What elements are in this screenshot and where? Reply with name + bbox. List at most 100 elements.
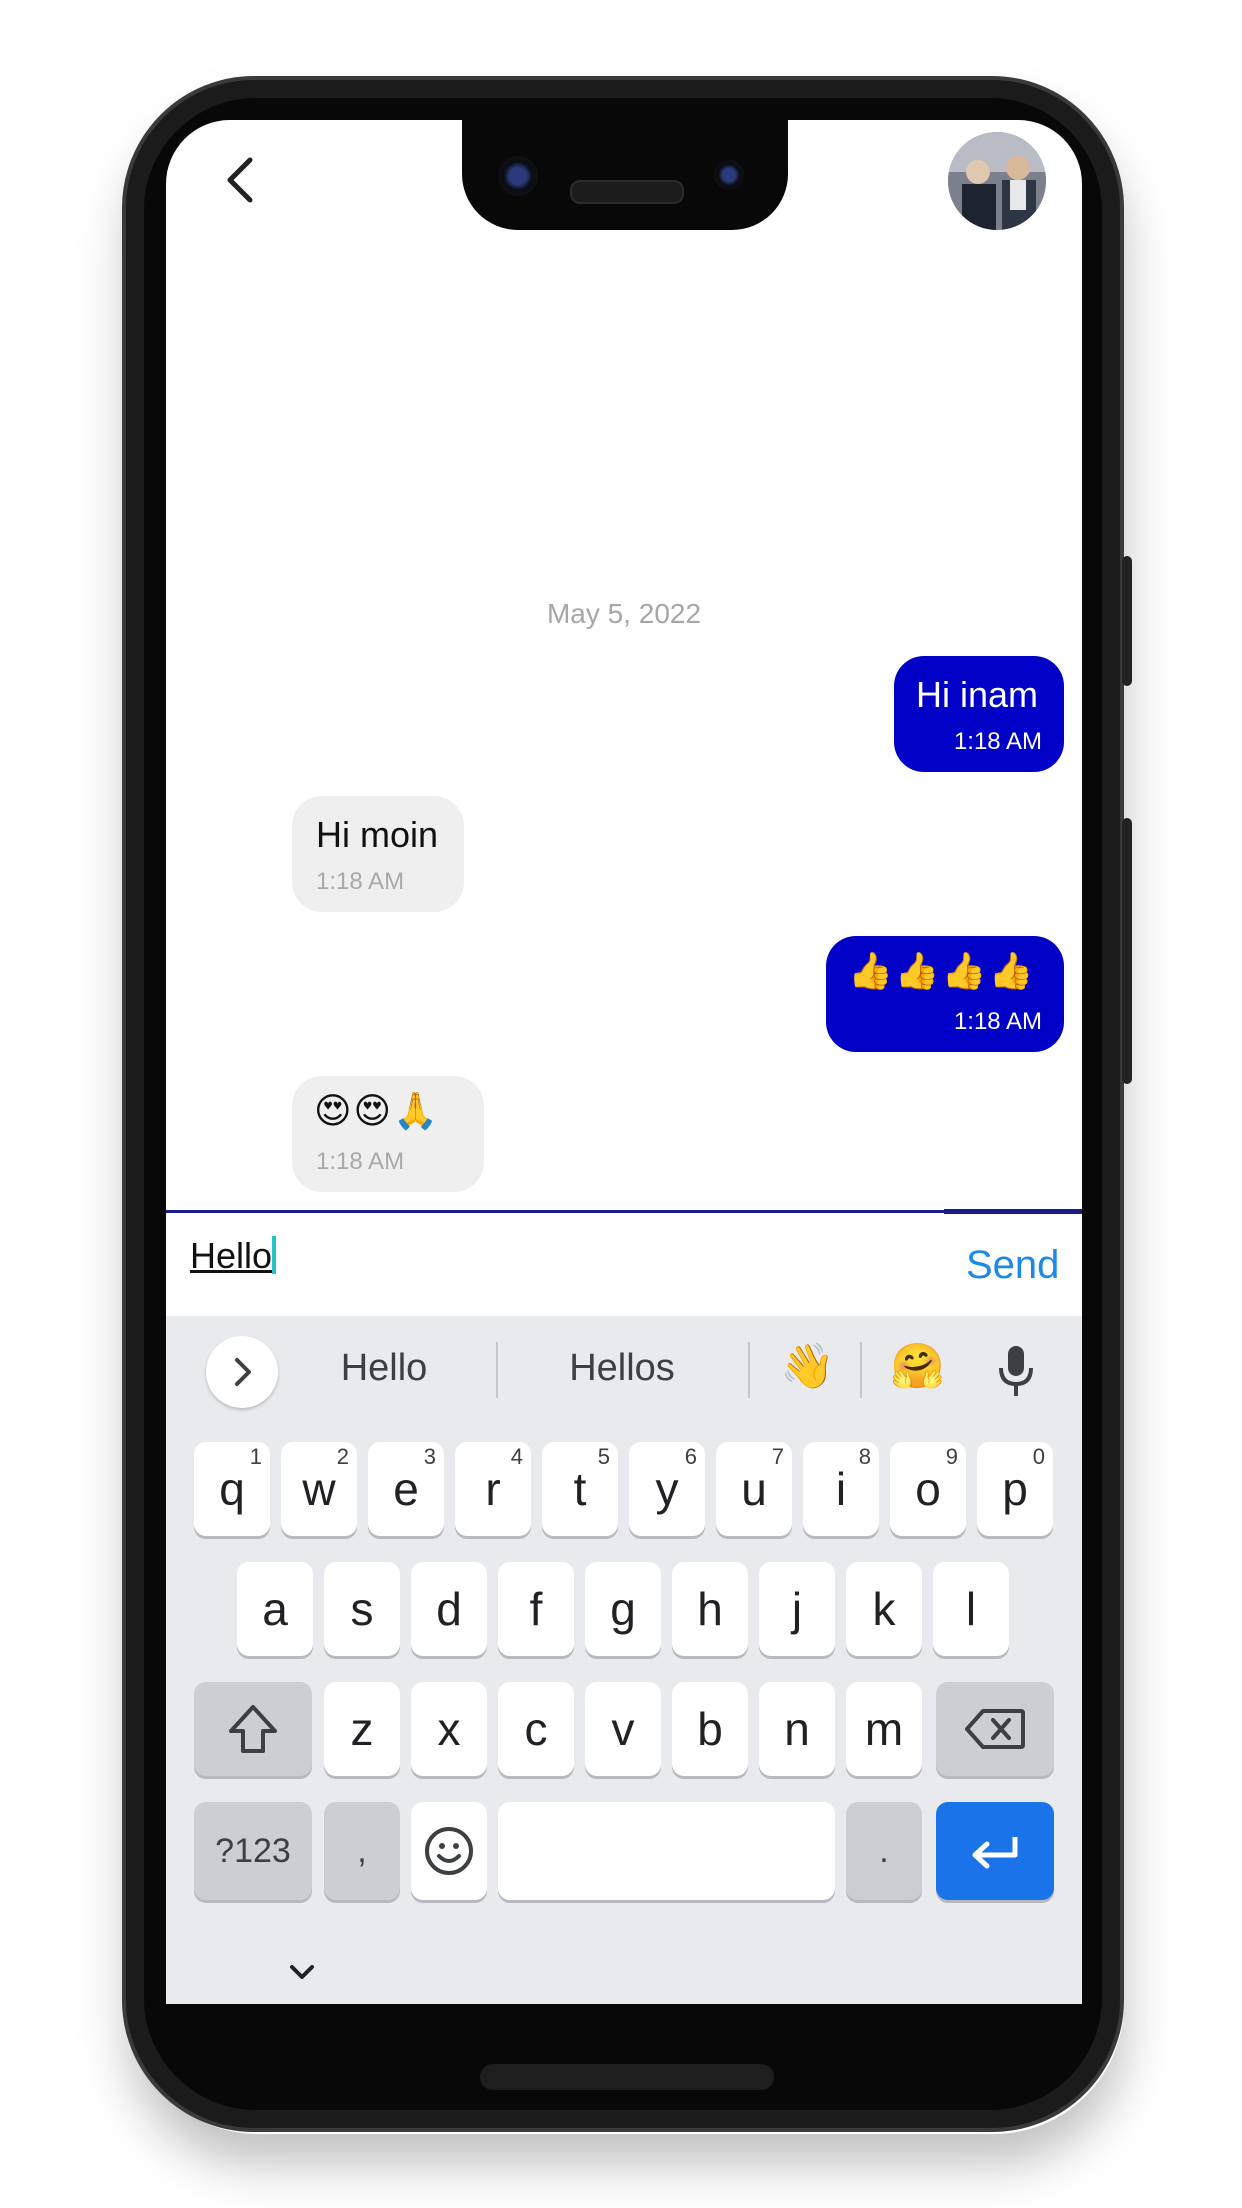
suggestion-separator (496, 1342, 498, 1398)
message-bubble-outgoing[interactable]: Hi inam 1:18 AM (894, 656, 1064, 772)
suggestion-emoji[interactable]: 👋 (780, 1340, 835, 1392)
space-key[interactable] (498, 1802, 835, 1900)
key-hint: 3 (423, 1444, 436, 1469)
comma-key[interactable]: , (324, 1802, 400, 1900)
emoji-key[interactable] (411, 1802, 487, 1900)
key-a[interactable]: a (237, 1562, 313, 1656)
key-i[interactable]: i8 (803, 1442, 879, 1536)
key-label: i (835, 1463, 847, 1515)
key-p[interactable]: p0 (977, 1442, 1053, 1536)
message-text: 😍😍🙏 (314, 1091, 440, 1132)
microphone-icon (999, 1346, 1033, 1396)
key-label: w (302, 1463, 336, 1515)
key-hint: 9 (945, 1444, 958, 1469)
key-hint: 5 (597, 1444, 610, 1469)
key-hint: 7 (771, 1444, 784, 1469)
enter-key[interactable] (936, 1802, 1054, 1900)
back-chevron-icon (227, 157, 253, 203)
key-r[interactable]: r4 (455, 1442, 531, 1536)
suggestion-expand-button[interactable] (206, 1336, 278, 1408)
key-b[interactable]: b (672, 1682, 748, 1776)
key-label: p (1002, 1463, 1028, 1515)
key-l[interactable]: l (933, 1562, 1009, 1656)
key-hint: 0 (1032, 1444, 1045, 1469)
key-z[interactable]: z (324, 1682, 400, 1776)
message-text: 👍👍👍👍 (848, 951, 1036, 992)
hide-keyboard-button[interactable] (288, 1962, 316, 1987)
key-hint: 6 (684, 1444, 697, 1469)
suggestion-emoji[interactable]: 🤗 (890, 1340, 945, 1392)
key-v[interactable]: v (585, 1682, 661, 1776)
suggestion-separator (860, 1342, 862, 1398)
text-cursor (272, 1236, 277, 1274)
composer-divider-accent (944, 1209, 1082, 1214)
key-u[interactable]: u7 (716, 1442, 792, 1536)
emoji-smiley-icon (425, 1827, 473, 1875)
avatar[interactable] (948, 132, 1046, 230)
key-label: u (741, 1463, 767, 1515)
key-t[interactable]: t5 (542, 1442, 618, 1536)
date-separator: May 5, 2022 (546, 598, 702, 629)
earpiece-speaker (570, 180, 684, 204)
key-h[interactable]: h (672, 1562, 748, 1656)
key-label: o (915, 1463, 941, 1515)
key-m[interactable]: m (846, 1682, 922, 1776)
key-y[interactable]: y6 (629, 1442, 705, 1536)
key-label: e (393, 1463, 419, 1515)
backspace-key[interactable] (936, 1682, 1054, 1776)
key-j[interactable]: j (759, 1562, 835, 1656)
keyboard-hide-chevron-icon (290, 1965, 314, 1979)
shift-icon (229, 1705, 277, 1753)
key-n[interactable]: n (759, 1682, 835, 1776)
power-button (1122, 556, 1132, 686)
key-o[interactable]: o9 (890, 1442, 966, 1536)
key-f[interactable]: f (498, 1562, 574, 1656)
message-time: 1:18 AM (953, 1008, 1042, 1035)
key-hint: 8 (858, 1444, 871, 1469)
keyboard (166, 1316, 1082, 2004)
message-time: 1:18 AM (316, 1148, 405, 1175)
backspace-icon (965, 1709, 1025, 1749)
message-text: Hi inam (916, 674, 1039, 715)
message-bubble-incoming[interactable]: 😍😍🙏 1:18 AM (292, 1076, 484, 1192)
key-label: t (573, 1463, 587, 1515)
message-bubble-incoming[interactable]: Hi moin 1:18 AM (292, 796, 464, 912)
key-hint: 4 (510, 1444, 523, 1469)
enter-arrow-icon (972, 1837, 1018, 1869)
suggestion-separator (748, 1342, 750, 1398)
send-button[interactable]: Send (966, 1243, 1059, 1288)
key-w[interactable]: w2 (281, 1442, 357, 1536)
front-camera (498, 156, 538, 196)
key-s[interactable]: s (324, 1562, 400, 1656)
period-key[interactable]: . (846, 1802, 922, 1900)
voice-input-button[interactable] (996, 1344, 1036, 1405)
key-e[interactable]: e3 (368, 1442, 444, 1536)
message-text: Hi moin (316, 814, 439, 855)
message-input[interactable]: Hello (190, 1235, 277, 1277)
chevron-right-icon (235, 1358, 251, 1386)
key-q[interactable]: q1 (194, 1442, 270, 1536)
suggestion-word[interactable]: Hello (300, 1347, 468, 1390)
message-time: 1:18 AM (316, 868, 405, 895)
key-label: y (655, 1463, 679, 1515)
key-g[interactable]: g (585, 1562, 661, 1656)
message-bubble-outgoing[interactable]: 👍👍👍👍 1:18 AM (826, 936, 1064, 1052)
message-input-value: Hello (190, 1235, 273, 1276)
avatar-photo (948, 132, 1046, 230)
shift-key[interactable] (194, 1682, 312, 1776)
back-button[interactable] (212, 150, 272, 210)
key-hint: 2 (336, 1444, 349, 1469)
suggestion-word[interactable]: Hellos (536, 1347, 708, 1390)
key-hint: 1 (249, 1444, 262, 1469)
symbols-key[interactable]: ?123 (194, 1802, 312, 1900)
key-label: q (219, 1463, 245, 1515)
volume-button (1122, 818, 1132, 1084)
front-sensor (714, 160, 744, 190)
key-d[interactable]: d (411, 1562, 487, 1656)
key-k[interactable]: k (846, 1562, 922, 1656)
home-bar (480, 2064, 774, 2090)
key-label: r (485, 1463, 501, 1515)
message-time: 1:18 AM (953, 728, 1042, 755)
key-c[interactable]: c (498, 1682, 574, 1776)
key-x[interactable]: x (411, 1682, 487, 1776)
